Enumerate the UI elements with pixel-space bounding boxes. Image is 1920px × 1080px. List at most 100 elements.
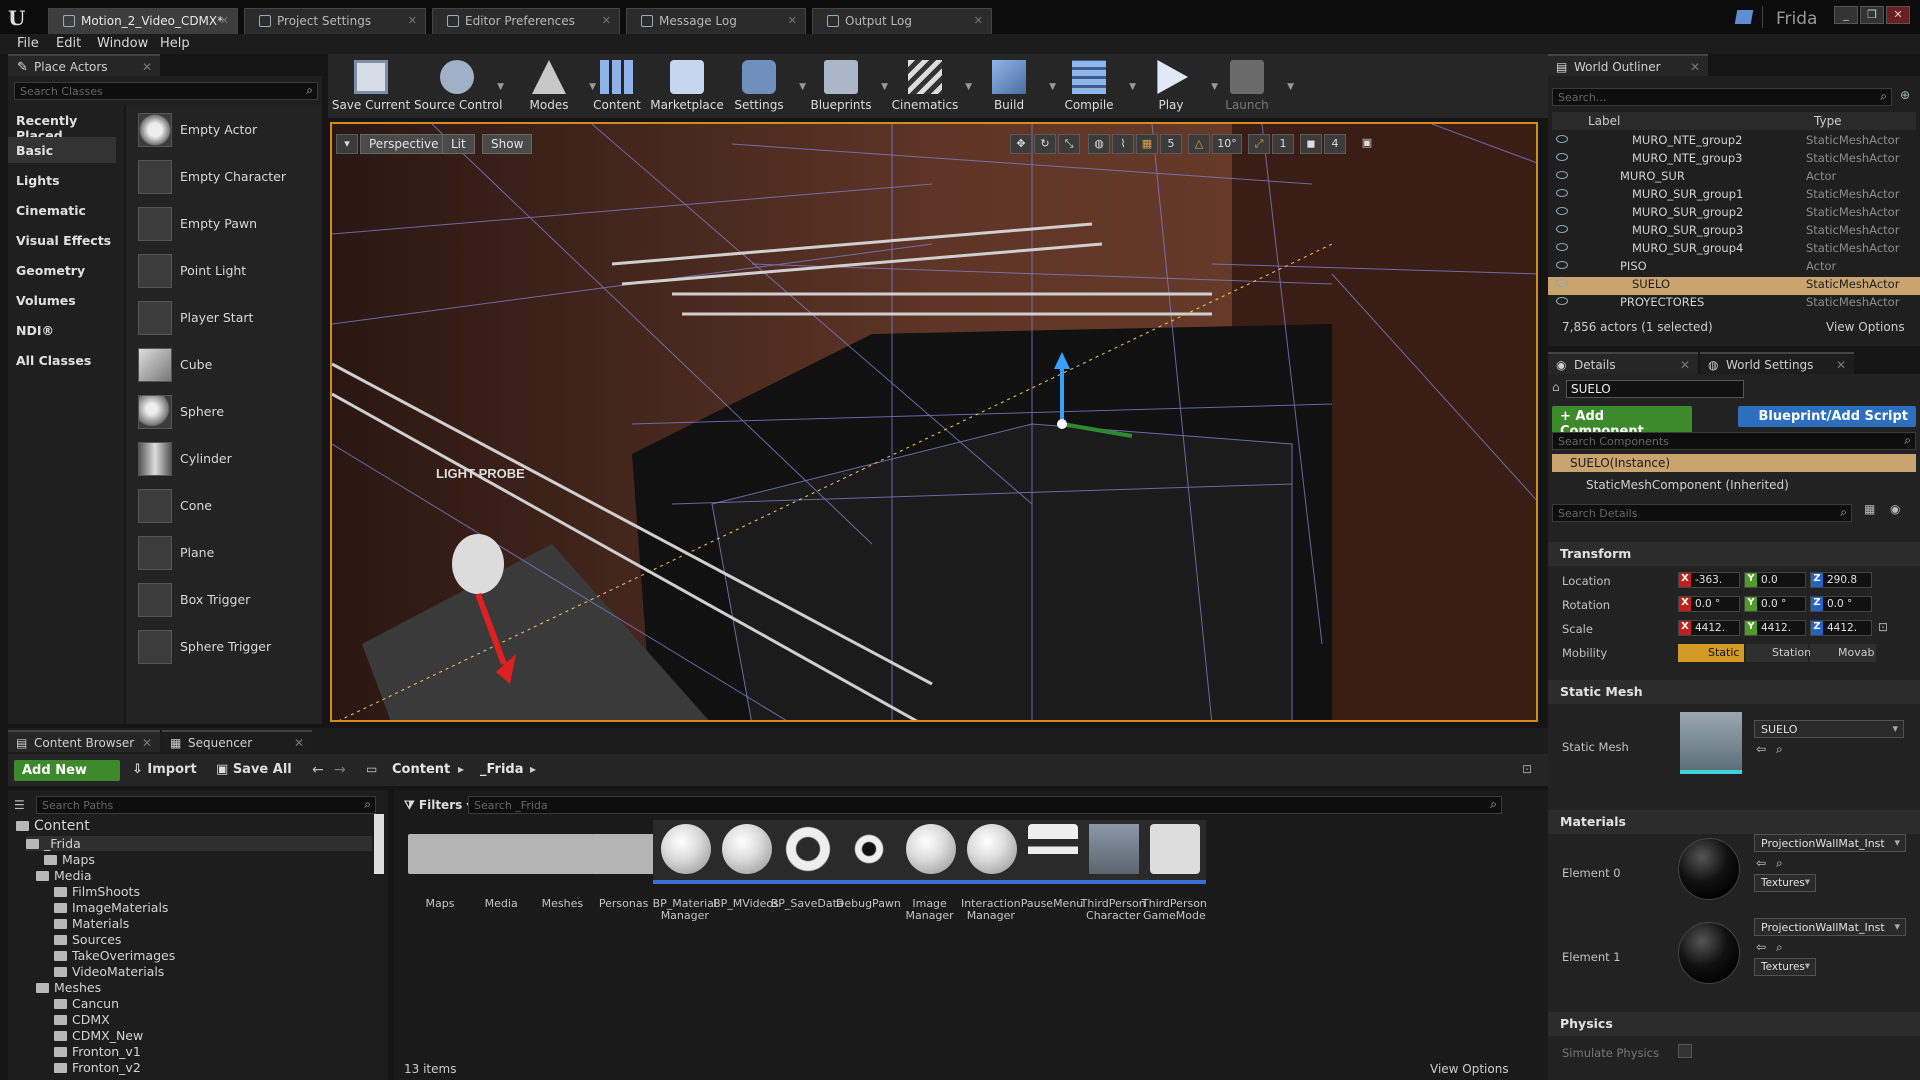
outliner-row[interactable]: MURO_SUR_group4 StaticMeshActor	[1548, 241, 1920, 259]
static-mesh-section[interactable]: Static Mesh	[1548, 680, 1920, 704]
outliner-row[interactable]: MURO_SUR_group2 StaticMeshActor	[1548, 205, 1920, 223]
tree-frida[interactable]: _Frida	[26, 836, 372, 851]
actor-empty-pawn[interactable]: Empty Pawn	[132, 204, 322, 244]
world-space-icon[interactable]: ◍	[1088, 134, 1110, 154]
asset-view-options[interactable]: View Options	[1430, 1062, 1509, 1076]
tree-scrollbar[interactable]	[374, 814, 384, 874]
scale-icon[interactable]: ⤡	[1058, 134, 1080, 154]
tab-message-log[interactable]: Message Log ✕	[626, 8, 806, 34]
eye-icon[interactable]	[1556, 261, 1568, 269]
category-basic[interactable]: Basic	[8, 137, 116, 163]
eye-icon[interactable]	[1556, 153, 1568, 161]
show-button[interactable]: Show	[482, 134, 533, 154]
outliner-view-options[interactable]: View Options	[1826, 320, 1905, 334]
material-thumbnail[interactable]	[1678, 922, 1740, 984]
close-icon[interactable]: ✕	[408, 14, 417, 27]
materials-section[interactable]: Materials	[1548, 810, 1920, 834]
actor-name-field[interactable]: SUELO	[1566, 380, 1744, 398]
add-new-button[interactable]: Add New	[14, 760, 120, 781]
menu-file[interactable]: File	[17, 36, 39, 51]
cinematics-button[interactable]: Cinematics ▼	[882, 54, 972, 118]
minimize-button[interactable]: _	[1834, 6, 1858, 24]
tree-meshes[interactable]: Meshes	[36, 980, 101, 995]
maximize-viewport-icon[interactable]: ▣	[1356, 134, 1378, 154]
settings-button[interactable]: Settings ▼	[716, 54, 806, 118]
translate-icon[interactable]: ✥	[1010, 134, 1032, 154]
eye-icon[interactable]	[1556, 225, 1568, 233]
use-selected-icon[interactable]: ⇦	[1756, 940, 1766, 954]
outliner-row[interactable]: MURO_NTE_group2 StaticMeshActor	[1548, 133, 1920, 151]
close-icon[interactable]: ✕	[974, 14, 983, 27]
tree-materials[interactable]: Materials	[54, 916, 129, 931]
eye-icon[interactable]	[1556, 135, 1568, 143]
world-settings-tab[interactable]: ◍ World Settings ✕	[1700, 352, 1854, 374]
level-viewport[interactable]: LIGHT PROBE ▾ Perspective Lit Show ✥ ↻ ⤡…	[330, 122, 1538, 722]
tree-maps[interactable]: Maps	[44, 852, 95, 867]
eye-icon[interactable]	[1556, 297, 1568, 305]
tree-fronton-v1[interactable]: Fronton_v1	[54, 1044, 141, 1059]
scale-snap-value[interactable]: 1	[1272, 134, 1294, 154]
column-type[interactable]: Type	[1814, 114, 1842, 128]
tab-editor-preferences[interactable]: Editor Preferences ✕	[432, 8, 620, 34]
outliner-row[interactable]: PISO Actor	[1548, 259, 1920, 277]
static-mesh-thumbnail[interactable]	[1680, 712, 1742, 774]
camera-speed-value[interactable]: 4	[1324, 134, 1346, 154]
tree-imagematerials[interactable]: ImageMaterials	[54, 900, 168, 915]
location-y-field[interactable]: Y 0.0	[1744, 572, 1806, 588]
eye-icon[interactable]	[1556, 279, 1568, 287]
place-actors-tab[interactable]: ✎ Place Actors ✕	[8, 54, 160, 76]
rotation-y-field[interactable]: Y 0.0 °	[1744, 596, 1806, 612]
close-icon[interactable]: ✕	[220, 14, 229, 27]
list-view-icon[interactable]: ▦	[1864, 502, 1875, 516]
blueprint-add-script-button[interactable]: Blueprint/Add Script	[1738, 406, 1916, 427]
tab-project-settings[interactable]: Project Settings ✕	[244, 8, 426, 34]
rotate-icon[interactable]: ↻	[1034, 134, 1056, 154]
close-icon[interactable]: ✕	[788, 14, 797, 27]
rotation-z-field[interactable]: Z 0.0 °	[1810, 596, 1872, 612]
mobility-stationary-button[interactable]: Station	[1746, 644, 1811, 662]
eye-icon[interactable]	[1556, 189, 1568, 197]
scale-z-field[interactable]: Z 4412.	[1810, 620, 1872, 636]
save-all-button[interactable]: ▣ Save All	[216, 762, 292, 777]
simulate-physics-checkbox[interactable]	[1678, 1044, 1692, 1058]
actor-cylinder[interactable]: Cylinder	[132, 439, 322, 479]
build-button[interactable]: Build ▼	[966, 54, 1056, 118]
browse-icon[interactable]: ⌕	[1776, 940, 1783, 955]
tree-toggle-icon[interactable]: ☰	[14, 798, 25, 812]
tree-videomaterials[interactable]: VideoMaterials	[54, 964, 164, 979]
outliner-row[interactable]: MURO_SUR Actor	[1548, 169, 1920, 187]
close-icon[interactable]: ✕	[602, 14, 611, 27]
add-icon[interactable]: ⊕	[1900, 88, 1910, 102]
filters-button[interactable]: ⧩ Filters ▾	[404, 798, 472, 813]
search-classes-input[interactable]: Search Classes ⌕	[14, 82, 318, 100]
tree-cdmx-new[interactable]: CDMX_New	[54, 1028, 143, 1043]
actor-cube[interactable]: Cube	[132, 345, 322, 385]
location-label[interactable]: Location	[1562, 574, 1611, 588]
material1-combo[interactable]: ProjectionWallMat_Inst ▾	[1754, 918, 1906, 936]
close-icon[interactable]: ✕	[294, 736, 304, 750]
close-icon[interactable]: ✕	[142, 60, 152, 74]
blueprints-button[interactable]: Blueprints ▼	[798, 54, 888, 118]
unreal-logo-icon[interactable]: U	[8, 6, 34, 30]
category-ndi[interactable]: NDI®	[16, 323, 54, 338]
browse-icon[interactable]: ⌕	[1776, 742, 1783, 757]
location-z-field[interactable]: Z 290.8	[1810, 572, 1872, 588]
grid-snap-value[interactable]: 5	[1160, 134, 1182, 154]
search-details-input[interactable]: Search Details ⌕	[1552, 504, 1852, 522]
tree-content[interactable]: Content	[16, 818, 90, 834]
breadcrumb-content[interactable]: Content	[392, 762, 450, 777]
component-instance-row[interactable]: SUELO(Instance)	[1552, 454, 1916, 472]
use-selected-icon[interactable]: ⇦	[1756, 742, 1766, 756]
import-button[interactable]: ⇩ Import	[132, 762, 197, 777]
viewport-options-button[interactable]: ▾	[336, 134, 358, 154]
content-browser-tab[interactable]: ▤ Content Browser ✕	[8, 730, 160, 752]
scale-y-field[interactable]: Y 4412.	[1744, 620, 1806, 636]
actor-point-light[interactable]: Point Light	[132, 251, 322, 291]
eye-icon[interactable]	[1556, 243, 1568, 251]
category-all-classes[interactable]: All Classes	[16, 353, 91, 368]
column-label[interactable]: Label	[1588, 114, 1620, 128]
forward-arrow-icon[interactable]: →	[334, 762, 346, 778]
launch-button[interactable]: Launch ▼	[1204, 54, 1294, 118]
material0-combo[interactable]: ProjectionWallMat_Inst ▾	[1754, 834, 1906, 852]
textures-dropdown[interactable]: Textures ▾	[1754, 958, 1816, 976]
